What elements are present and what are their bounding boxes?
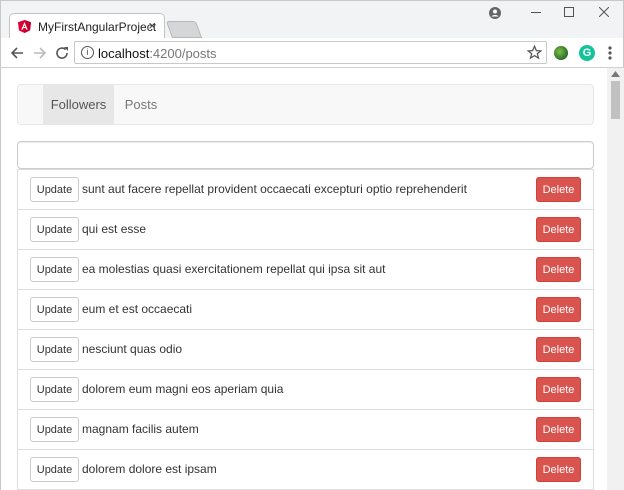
update-button[interactable]: Update: [30, 217, 79, 242]
list-item: Update qui est esse Delete: [17, 210, 594, 250]
delete-button[interactable]: Delete: [536, 297, 581, 322]
star-icon[interactable]: [527, 45, 542, 60]
new-tab-button[interactable]: [165, 21, 203, 38]
update-button[interactable]: Update: [30, 417, 79, 442]
nav-item-followers[interactable]: Followers: [43, 85, 114, 124]
posts-list: Update sunt aut facere repellat providen…: [17, 169, 594, 490]
list-item: Update dolorem eum magni eos aperiam qui…: [17, 370, 594, 410]
account-icon[interactable]: [489, 7, 501, 19]
list-item: Update magnam facilis autem Delete: [17, 410, 594, 450]
delete-button[interactable]: Delete: [536, 377, 581, 402]
vertical-scrollbar[interactable]: [607, 68, 624, 490]
navbar: Followers Posts: [17, 84, 594, 125]
close-window-icon[interactable]: [599, 7, 609, 17]
delete-button[interactable]: Delete: [536, 337, 581, 362]
update-button[interactable]: Update: [30, 257, 79, 282]
minimize-icon[interactable]: [531, 12, 541, 14]
post-title: sunt aut facere repellat provident occae…: [82, 182, 467, 196]
delete-button[interactable]: Delete: [536, 417, 581, 442]
list-item: Update eum et est occaecati Delete: [17, 290, 594, 330]
post-title: qui est esse: [82, 222, 147, 236]
browser-tab-title: MyFirstAngularProject: [38, 20, 157, 34]
post-title: dolorem eum magni eos aperiam quia: [82, 382, 284, 396]
url-path: :4200/posts: [149, 46, 217, 61]
arrow-right-icon[interactable]: [33, 46, 47, 60]
address-bar[interactable]: i localhost:4200/posts: [74, 41, 547, 64]
list-item: Update dolorem dolore est ipsam Delete: [17, 450, 594, 490]
address-url[interactable]: localhost:4200/posts: [98, 46, 217, 61]
post-title: dolorem dolore est ipsam: [82, 462, 217, 476]
update-button[interactable]: Update: [30, 457, 79, 482]
kebab-menu-icon[interactable]: [608, 46, 612, 60]
browser-tab[interactable]: MyFirstAngularProject ×: [9, 13, 165, 40]
post-title: ea molestias quasi exercitationem repell…: [82, 262, 386, 276]
post-title: magnam facilis autem: [82, 422, 199, 436]
extension-globe-icon[interactable]: [554, 46, 568, 60]
scrollbar-thumb[interactable]: [611, 81, 620, 119]
arrow-left-icon[interactable]: [10, 46, 24, 60]
info-icon[interactable]: i: [81, 46, 94, 59]
browser-toolbar: i localhost:4200/posts G: [0, 38, 624, 68]
reload-icon[interactable]: [55, 46, 69, 60]
nav-item-posts[interactable]: Posts: [114, 85, 168, 124]
delete-button[interactable]: Delete: [536, 257, 581, 282]
post-title-input[interactable]: [17, 141, 594, 169]
update-button[interactable]: Update: [30, 297, 79, 322]
grammarly-extension-icon[interactable]: G: [579, 45, 595, 61]
angular-logo-icon: [18, 20, 31, 33]
url-host: localhost: [98, 46, 150, 61]
post-title: eum et est occaecati: [82, 302, 193, 316]
post-title: nesciunt quas odio: [82, 342, 183, 356]
scroll-up-icon[interactable]: [611, 71, 620, 77]
list-item: Update sunt aut facere repellat providen…: [17, 169, 594, 210]
update-button[interactable]: Update: [30, 337, 79, 362]
close-tab-icon[interactable]: ×: [148, 18, 156, 33]
maximize-icon[interactable]: [564, 7, 574, 17]
update-button[interactable]: Update: [30, 177, 79, 202]
update-button[interactable]: Update: [30, 377, 79, 402]
page-viewport: Followers Posts Update sunt aut facere r…: [0, 68, 624, 490]
list-item: Update nesciunt quas odio Delete: [17, 330, 594, 370]
delete-button[interactable]: Delete: [536, 457, 581, 482]
browser-tab-strip: MyFirstAngularProject ×: [0, 0, 624, 40]
delete-button[interactable]: Delete: [536, 177, 581, 202]
list-item: Update ea molestias quasi exercitationem…: [17, 250, 594, 290]
delete-button[interactable]: Delete: [536, 217, 581, 242]
